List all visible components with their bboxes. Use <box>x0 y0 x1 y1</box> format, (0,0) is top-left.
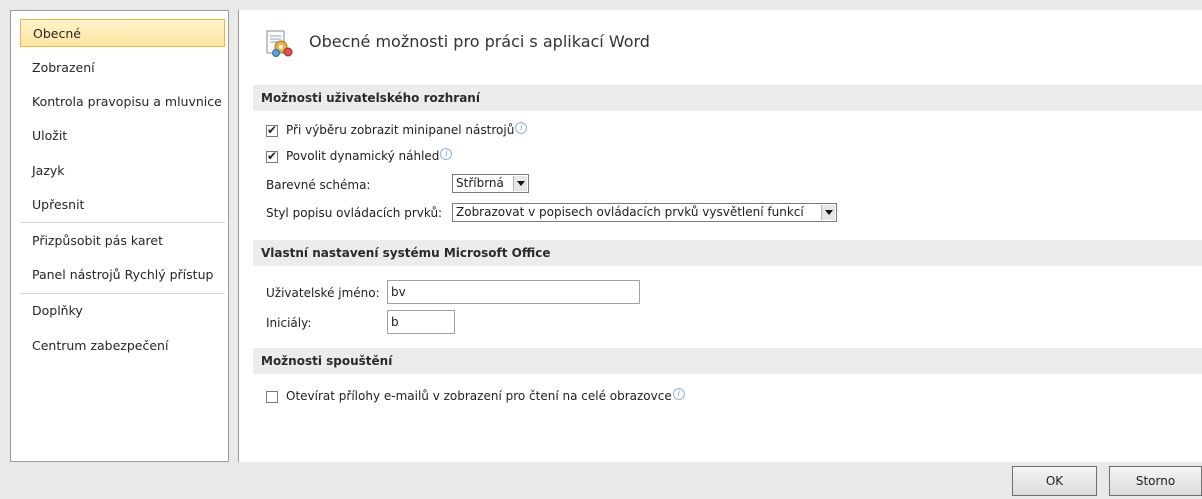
page-title: Obecné možnosti pro práci s aplikací Wor… <box>309 32 650 51</box>
tooltip-style-value: Zobrazovat v popisech ovládacích prvků v… <box>456 205 804 219</box>
open-attachments-checkbox[interactable] <box>266 391 278 403</box>
minibar-checkbox[interactable]: ✔ <box>266 123 278 137</box>
main-panel: Obecné možnosti pro práci s aplikací Wor… <box>238 10 1202 462</box>
color-scheme-select[interactable]: Stříbrná <box>452 174 529 193</box>
sidebar-item-save[interactable]: Uložit <box>20 122 225 150</box>
cancel-button[interactable]: Storno <box>1109 466 1202 496</box>
live-preview-option: Povolit dynamický náhled i <box>286 148 453 163</box>
sidebar-item-proofing[interactable]: Kontrola pravopisu a mluvnice <box>20 88 225 116</box>
live-preview-label: Povolit dynamický náhled <box>286 149 440 163</box>
section-startup-heading: Možnosti spouštění <box>253 348 1202 374</box>
sidebar-item-addins[interactable]: Doplňky <box>20 297 225 325</box>
color-scheme-value: Stříbrná <box>456 176 504 190</box>
open-attachments-option: Otevírat přílohy e-mailů v zobrazení pro… <box>286 388 685 403</box>
options-general-icon <box>266 30 293 57</box>
username-label: Uživatelské jméno: <box>266 286 380 300</box>
sidebar-item-advanced[interactable]: Upřesnit <box>20 191 225 219</box>
section-ui-options-heading: Možnosti uživatelského rozhraní <box>253 85 1202 111</box>
ok-button[interactable]: OK <box>1012 466 1097 496</box>
initials-input[interactable]: b <box>387 310 455 334</box>
sidebar-item-quick-access-toolbar[interactable]: Panel nástrojů Rychlý přístup <box>20 261 225 289</box>
sidebar-separator <box>20 222 225 223</box>
minibar-label: Při výběru zobrazit minipanel nástrojů <box>286 123 515 137</box>
info-icon[interactable]: i <box>515 122 528 134</box>
section-personalize-heading: Vlastní nastavení systému Microsoft Offi… <box>253 240 1202 266</box>
sidebar-item-display[interactable]: Zobrazení <box>20 54 225 82</box>
sidebar-item-customize-ribbon[interactable]: Přizpůsobit pás karet <box>20 227 225 255</box>
chevron-down-icon[interactable] <box>821 205 835 220</box>
color-scheme-label: Barevné schéma: <box>266 178 371 192</box>
options-dialog: Obecné Zobrazení Kontrola pravopisu a ml… <box>0 0 1202 499</box>
sidebar-item-language[interactable]: Jazyk <box>20 157 225 185</box>
tooltip-style-select[interactable]: Zobrazovat v popisech ovládacích prvků v… <box>452 203 837 222</box>
live-preview-checkbox[interactable]: ✔ <box>266 149 278 163</box>
info-icon[interactable]: i <box>440 148 453 160</box>
tooltip-style-label: Styl popisu ovládacích prvků: <box>266 206 443 220</box>
sidebar-item-trust-center[interactable]: Centrum zabezpečení <box>20 332 225 360</box>
username-input[interactable]: bv <box>387 280 640 304</box>
initials-label: Iniciály: <box>266 316 312 330</box>
sidebar-separator <box>20 293 225 294</box>
check-mark-icon: ✔ <box>267 149 278 163</box>
info-icon[interactable]: i <box>672 388 685 400</box>
open-attachments-label: Otevírat přílohy e-mailů v zobrazení pro… <box>286 389 672 403</box>
check-mark-icon: ✔ <box>267 123 278 137</box>
chevron-down-icon[interactable] <box>513 176 527 191</box>
minibar-option: Při výběru zobrazit minipanel nástrojů i <box>286 122 528 137</box>
sidebar-item-general[interactable]: Obecné <box>20 19 225 47</box>
sidebar: Obecné Zobrazení Kontrola pravopisu a ml… <box>10 10 229 462</box>
